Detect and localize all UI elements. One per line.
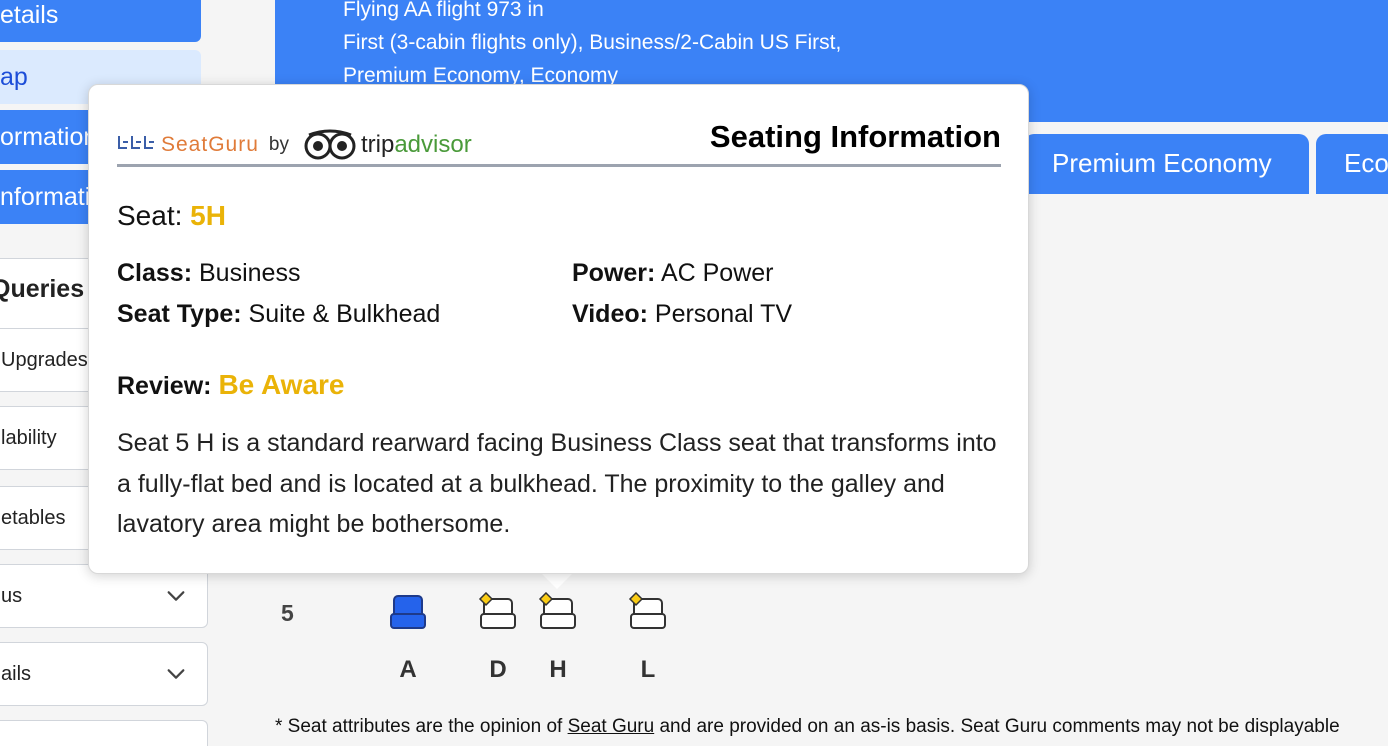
- query-item-label: us: [1, 584, 23, 607]
- tab-economy[interactable]: Economy: [1316, 134, 1388, 194]
- seat-description: Seat 5 H is a standard rearward facing B…: [117, 429, 997, 538]
- seat-type-value: Suite & Bulkhead: [248, 300, 441, 328]
- seat-type-label: Seat Type:: [117, 300, 242, 328]
- chevron-down-icon: [167, 591, 185, 601]
- tripadvisor-trip: trip: [360, 131, 395, 158]
- query-item-details[interactable]: ails: [0, 642, 208, 706]
- seat-5a-icon[interactable]: [388, 592, 428, 632]
- seat-line: Seat: 5H: [117, 200, 226, 232]
- tab-label: Premium Economy: [1052, 148, 1272, 178]
- power-attribute: Power: AC Power: [572, 259, 773, 288]
- popover-title: Seating Information: [709, 119, 1001, 154]
- class-attribute: Class: Business: [117, 259, 300, 288]
- query-item-more[interactable]: [0, 720, 208, 746]
- seat-disclaimer: * Seat attributes are the opinion of Sea…: [275, 716, 1340, 738]
- disclaimer-prefix: * Seat attributes are the opinion of: [275, 716, 568, 737]
- class-label: Class:: [117, 259, 193, 287]
- queries-title: Queries: [0, 275, 85, 303]
- video-label: Video:: [572, 300, 648, 328]
- flight-line-1: Flying AA flight 973 in: [343, 0, 544, 21]
- seat-value: 5H: [190, 200, 226, 231]
- review-line: Review: Be Aware: [117, 369, 345, 401]
- seatguru-tripadvisor-logo: SeatGuru by tripadvisor: [117, 129, 472, 161]
- tripadvisor-owl-icon: [304, 129, 356, 160]
- power-label: Power:: [572, 259, 656, 287]
- seat-5d-icon[interactable]: [478, 592, 518, 632]
- seatguru-wordmark: SeatGuru: [161, 133, 259, 156]
- seat-label: Seat:: [117, 200, 183, 231]
- tripadvisor-logo: tripadvisor: [303, 129, 472, 161]
- column-label-l: L: [640, 656, 656, 683]
- brand-by: by: [268, 134, 289, 155]
- sidebar-item-label: ormation: [0, 123, 98, 151]
- disclaimer-suffix: and are provided on an as-is basis. Seat…: [654, 716, 1340, 737]
- video-value: Personal TV: [654, 300, 793, 328]
- popover-header: SeatGuru by tripadvisor Seating Informat…: [117, 115, 1001, 167]
- row-number: 5: [281, 600, 294, 626]
- popover-arrow: [540, 572, 574, 589]
- column-label-h: H: [549, 656, 567, 683]
- review-label: Review:: [117, 372, 212, 400]
- sidebar-item-label: ap: [0, 63, 28, 91]
- video-attribute: Video: Personal TV: [572, 300, 792, 329]
- seat-type-attribute: Seat Type: Suite & Bulkhead: [117, 300, 440, 329]
- sidebar-item-label: etails: [0, 1, 59, 29]
- seat-5l-icon[interactable]: [628, 592, 668, 632]
- seatguru-link[interactable]: Seat Guru: [568, 716, 655, 737]
- column-label-d: D: [489, 656, 507, 683]
- query-item-label: ails: [1, 662, 32, 685]
- class-value: Business: [199, 259, 301, 287]
- seatguru-seats-icon: [117, 132, 157, 158]
- sidebar-item-details[interactable]: etails: [0, 0, 201, 42]
- tripadvisor-advisor: advisor: [394, 131, 472, 158]
- tab-label: Economy: [1344, 148, 1388, 178]
- flight-line-2: First (3-cabin flights only), Business/2…: [343, 31, 842, 54]
- power-value: AC Power: [660, 259, 774, 287]
- chevron-down-icon: [167, 669, 185, 679]
- column-label-a: A: [399, 656, 417, 683]
- tab-premium-economy[interactable]: Premium Economy: [1024, 134, 1309, 194]
- review-value: Be Aware: [218, 369, 345, 400]
- seat-5h-icon[interactable]: [538, 592, 578, 632]
- seating-info-popover: SeatGuru by tripadvisor Seating Informat…: [88, 84, 1029, 574]
